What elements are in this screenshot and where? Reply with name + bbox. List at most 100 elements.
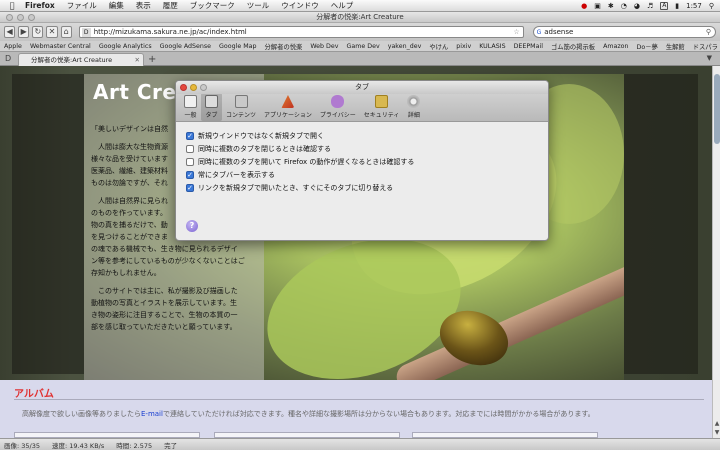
pane-privacy[interactable]: プライバシー	[316, 93, 360, 121]
reload-button[interactable]: ↻	[32, 26, 44, 38]
apple-menu-icon[interactable]: 	[5, 1, 19, 10]
bookmark-item[interactable]: Web Dev	[306, 43, 342, 50]
bookmark-item[interactable]: Google AdSense	[156, 43, 215, 50]
checkbox[interactable]: ✓	[186, 131, 194, 140]
menu-file[interactable]: ファイル	[61, 0, 103, 11]
option-label[interactable]: 同時に複数のタブを閉じるときは確認する	[198, 144, 331, 154]
pane-label: プライバシー	[319, 112, 356, 119]
security-icon	[375, 95, 389, 108]
cube-icon[interactable]: ▣	[594, 2, 601, 10]
scroll-up-arrow-icon[interactable]: ▲	[713, 420, 720, 429]
search-icon[interactable]: ⚲	[706, 28, 711, 36]
menu-history[interactable]: 履歴	[157, 0, 184, 11]
time-machine-icon[interactable]: ◔	[621, 2, 627, 10]
bookmark-item[interactable]: yaken_dev	[384, 43, 426, 50]
bookmark-item[interactable]: 分解者の悦楽	[261, 42, 307, 51]
option-warn-open-many-tabs[interactable]: 同時に複数のタブを開いて Firefox の動作が遅くなるときは確認する	[186, 157, 538, 166]
menu-app-firefox[interactable]: Firefox	[19, 1, 61, 10]
bookmark-item[interactable]: Do－夢	[633, 42, 662, 51]
close-window-button[interactable]	[6, 14, 13, 21]
bookmark-item[interactable]: DEEPMail	[510, 43, 547, 50]
pane-applications[interactable]: アプリケーション	[260, 93, 316, 121]
forward-button[interactable]: ▶	[18, 26, 30, 38]
checkbox[interactable]	[186, 144, 194, 153]
url-bar[interactable]: D http://mizukama.sakura.ne.jp/ac/index.…	[78, 26, 524, 38]
help-button[interactable]: ?	[186, 220, 198, 232]
window-controls	[6, 14, 35, 21]
pane-content[interactable]: コンテンツ	[222, 93, 260, 121]
stop-button[interactable]: ✕	[46, 26, 58, 38]
menu-window[interactable]: ウインドウ	[275, 0, 325, 11]
option-warn-close-multiple-tabs[interactable]: 同時に複数のタブを閉じるときは確認する	[186, 144, 538, 153]
scrollbar-thumb[interactable]	[714, 74, 720, 144]
site-favicon-icon: D	[81, 27, 91, 37]
dialog-close-button[interactable]	[180, 84, 187, 91]
pane-label: セキュリティ	[363, 112, 400, 119]
dialog-pane-toolbar: 一般 タブ コンテンツ アプリケーション プライバシー セキュリティ 詳細	[176, 93, 548, 122]
vertical-scrollbar[interactable]: ▲ ▼	[712, 66, 720, 438]
minimize-window-button[interactable]	[17, 14, 24, 21]
tab-art-creature[interactable]: 分解者の悦楽:Art Creature ✕	[18, 53, 144, 66]
bookmark-item[interactable]: pixiv	[452, 43, 475, 50]
search-bar[interactable]: G adsense ⚲	[532, 26, 716, 38]
checkbox[interactable]	[186, 157, 194, 166]
bluetooth-icon[interactable]: ✱	[608, 2, 614, 10]
menu-tools[interactable]: ツール	[241, 0, 276, 11]
back-button[interactable]: ◀	[4, 26, 16, 38]
bookmark-star-icon[interactable]: ☆	[513, 28, 519, 36]
search-engine-icon[interactable]: G	[537, 29, 542, 36]
pane-label: アプリケーション	[264, 112, 312, 119]
bookmark-item[interactable]: ドスパラ	[689, 42, 720, 51]
home-button[interactable]: ⌂	[60, 26, 72, 38]
tab-list-button[interactable]: ▼	[707, 54, 712, 62]
bookmark-item[interactable]: KULASIS	[475, 43, 509, 50]
status-time: 時間: 2.575	[116, 441, 153, 450]
bookmark-item[interactable]: Webmaster Central	[26, 43, 95, 50]
bookmark-item[interactable]: Amazon	[599, 43, 632, 50]
preferences-dialog: タブ 一般 タブ コンテンツ アプリケーション プライバシー セキュリティ 詳細…	[175, 80, 549, 241]
menu-help[interactable]: ヘルプ	[325, 0, 360, 11]
option-switch-to-new-tab[interactable]: ✓ リンクを新規タブで開いたとき、すぐにそのタブに切り替える	[186, 183, 538, 192]
bookmark-item[interactable]: 生解館	[662, 42, 689, 51]
menubar-clock[interactable]: 1:57	[686, 2, 702, 10]
new-tab-button[interactable]: +	[148, 54, 156, 65]
checkbox[interactable]: ✓	[186, 170, 194, 179]
input-source-indicator[interactable]: A	[660, 1, 669, 10]
email-link[interactable]: E-mail	[141, 410, 163, 418]
bookmark-item[interactable]: Game Dev	[343, 43, 384, 50]
menu-edit[interactable]: 編集	[103, 0, 130, 11]
dialog-minimize-button[interactable]	[190, 84, 197, 91]
volume-icon[interactable]: ♬	[647, 2, 653, 10]
pane-general[interactable]: 一般	[180, 93, 201, 121]
bookmark-item[interactable]: やけん	[425, 42, 452, 51]
option-always-show-tab-bar[interactable]: ✓ 常にタブバーを表示する	[186, 170, 538, 179]
option-open-new-windows-in-tab[interactable]: ✓ 新規ウインドウではなく新規タブで開く	[186, 131, 538, 140]
checkbox[interactable]: ✓	[186, 183, 194, 192]
pane-security[interactable]: セキュリティ	[360, 93, 404, 121]
bookmark-item[interactable]: Google Analytics	[95, 43, 156, 50]
menu-bookmarks[interactable]: ブックマーク	[184, 0, 241, 11]
record-icon[interactable]: ●	[581, 2, 587, 10]
search-input[interactable]: adsense	[544, 28, 573, 36]
bookmark-item[interactable]: Apple	[0, 43, 26, 50]
zoom-window-button[interactable]	[28, 14, 35, 21]
bookmark-item[interactable]: Google Map	[215, 43, 261, 50]
option-label[interactable]: リンクを新規タブで開いたとき、すぐにそのタブに切り替える	[198, 183, 393, 193]
bookmark-item[interactable]: ゴム筋の掲示板	[547, 42, 599, 51]
option-label[interactable]: 常にタブバーを表示する	[198, 170, 275, 180]
url-text[interactable]: http://mizukama.sakura.ne.jp/ac/index.ht…	[94, 28, 247, 36]
pane-tabs[interactable]: タブ	[201, 93, 222, 121]
wifi-icon[interactable]: ◕	[634, 2, 640, 10]
option-label[interactable]: 新規ウインドウではなく新規タブで開く	[198, 131, 324, 141]
intro-paragraph: このサイトでは主に、私が撮影及び描画した 動植物の写真とイラストを展示しています…	[91, 287, 238, 331]
menu-view[interactable]: 表示	[130, 0, 157, 11]
spotlight-icon[interactable]: ⚲	[709, 2, 714, 10]
navigation-toolbar: ◀ ▶ ↻ ✕ ⌂ D http://mizukama.sakura.ne.jp…	[0, 23, 720, 41]
battery-icon[interactable]: ▮	[675, 2, 679, 10]
dialog-zoom-button[interactable]	[200, 84, 207, 91]
applications-icon	[281, 95, 295, 108]
close-tab-icon[interactable]: ✕	[135, 54, 140, 66]
pane-advanced[interactable]: 詳細	[403, 93, 424, 121]
option-label[interactable]: 同時に複数のタブを開いて Firefox の動作が遅くなるときは確認する	[198, 157, 414, 167]
scroll-down-arrow-icon[interactable]: ▼	[713, 429, 720, 438]
